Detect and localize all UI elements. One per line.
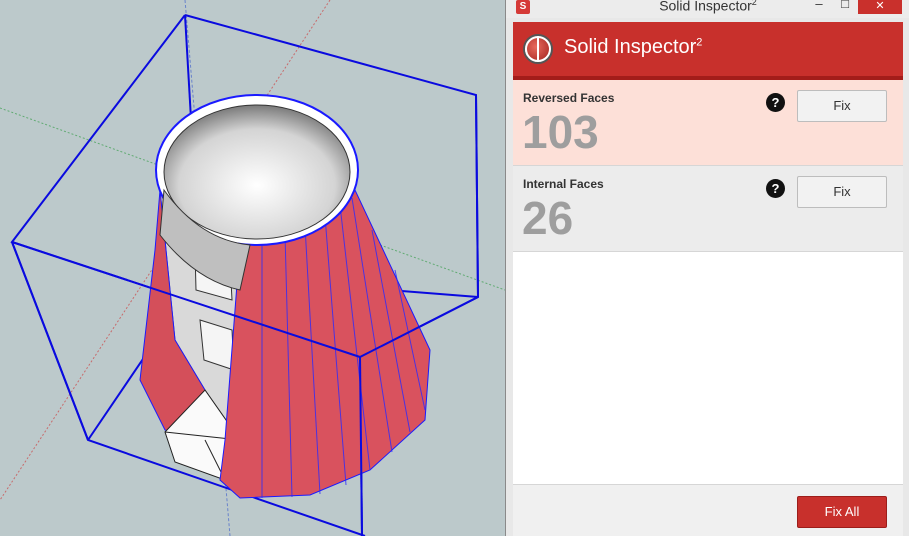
help-icon[interactable]: ? — [766, 93, 785, 112]
window-title-sup: 2 — [751, 0, 757, 7]
maximize-icon[interactable]: □ — [832, 0, 858, 11]
model-canvas — [0, 0, 505, 536]
help-icon[interactable]: ? — [766, 179, 785, 198]
globe-icon — [523, 34, 553, 64]
app-name-text: Solid Inspector — [564, 36, 697, 58]
issue-count: 26 — [522, 192, 574, 244]
app-name: Solid Inspector2 — [564, 36, 702, 59]
close-icon[interactable]: ✕ — [858, 0, 902, 14]
issue-row-internal-faces[interactable]: Internal Faces 26 ? Fix — [513, 166, 903, 252]
cone-model — [139, 94, 431, 499]
model-viewport[interactable] — [0, 0, 505, 536]
fix-button[interactable]: Fix — [797, 90, 887, 122]
fix-button[interactable]: Fix — [797, 176, 887, 208]
app-name-sup: 2 — [696, 36, 703, 49]
inspector-header: Solid Inspector2 — [513, 22, 903, 80]
issue-label: Internal Faces — [523, 177, 604, 191]
fix-all-button[interactable]: Fix All — [797, 496, 887, 528]
issue-row-reversed-faces[interactable]: Reversed Faces 103 ? Fix — [513, 80, 903, 166]
minimize-icon[interactable]: – — [806, 0, 832, 11]
solid-inspector-window: S Solid Inspector2 – □ ✕ Solid Inspector… — [505, 0, 909, 536]
issue-count: 103 — [522, 106, 599, 158]
inspector-footer: Fix All — [513, 484, 903, 536]
issue-label: Reversed Faces — [523, 91, 615, 105]
window-title-text: Solid Inspector — [659, 0, 752, 14]
inspector-content: Solid Inspector2 Reversed Faces 103 ? Fi… — [513, 22, 903, 536]
window-titlebar[interactable]: S Solid Inspector2 – □ ✕ — [506, 0, 909, 18]
